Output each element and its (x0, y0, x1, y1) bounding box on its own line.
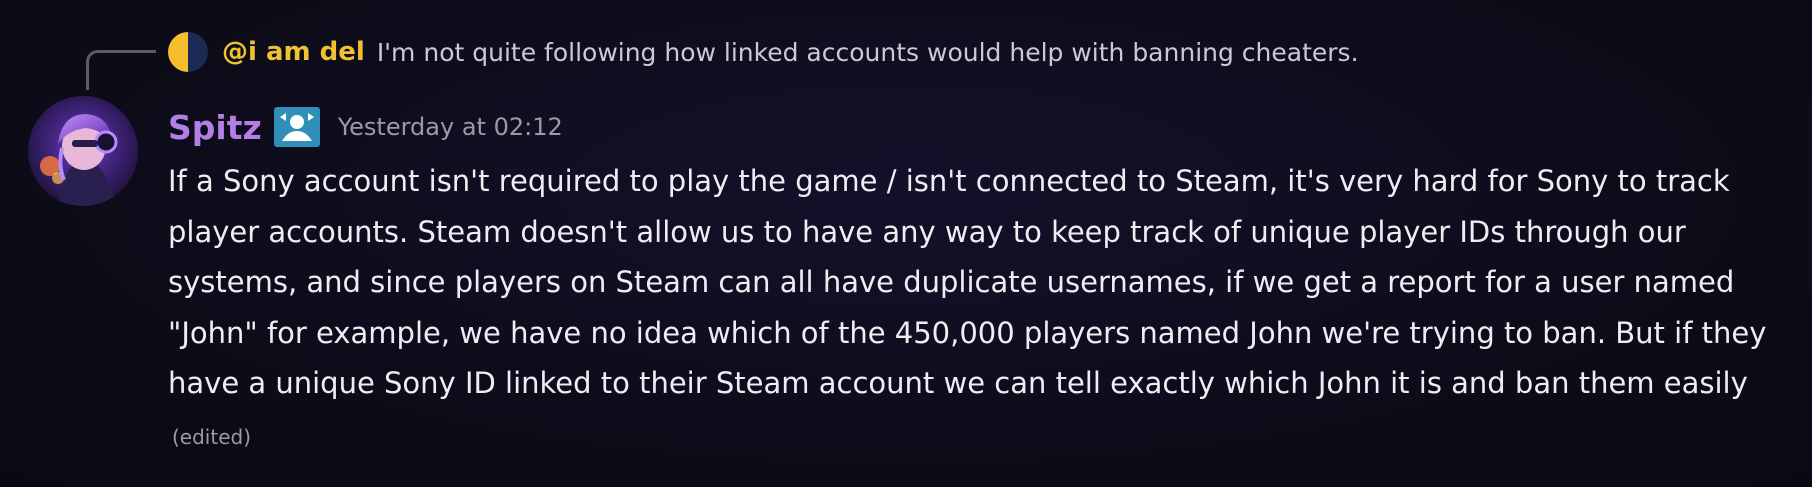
reply-avatar-icon[interactable] (168, 32, 208, 72)
reply-preview[interactable]: @i am del I'm not quite following how li… (168, 30, 1359, 74)
message-header: Spitz Yesterday at 02:12 (168, 102, 563, 152)
steam-role-badge-icon[interactable] (273, 107, 320, 147)
reply-connector-line (86, 50, 156, 90)
user-avatar[interactable] (28, 96, 138, 206)
message-content: If a Sony account isn't required to play… (168, 156, 1768, 462)
edited-indicator: (edited) (172, 424, 252, 449)
chat-message: @i am del I'm not quite following how li… (0, 0, 1812, 487)
username[interactable]: Spitz (168, 108, 262, 147)
reply-text[interactable]: I'm not quite following how linked accou… (377, 38, 1359, 67)
message-timestamp[interactable]: Yesterday at 02:12 (338, 113, 563, 141)
reply-author-name[interactable]: @i am del (222, 37, 365, 67)
message-text: If a Sony account isn't required to play… (168, 164, 1767, 400)
